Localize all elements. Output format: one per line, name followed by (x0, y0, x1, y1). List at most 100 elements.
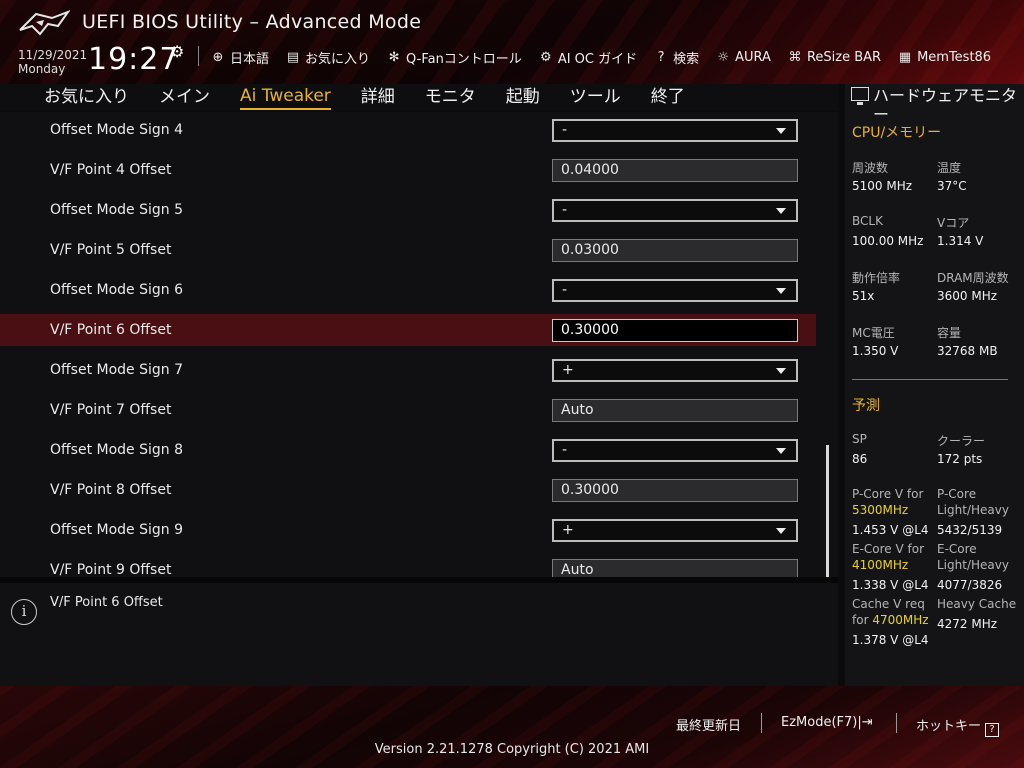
tab-1[interactable]: メイン (159, 86, 210, 109)
setting-label: V/F Point 6 Offset (50, 322, 172, 338)
temperature-value: 37°C (937, 179, 967, 193)
app-title: UEFI BIOS Utility – Advanced Mode (82, 11, 422, 33)
ecore-lh-label-1: E-Core (937, 542, 977, 556)
toolbar-globe-button[interactable]: ⊕ 日本語 (210, 48, 269, 67)
setting-value-field[interactable]: Auto (552, 559, 798, 577)
capacity-value: 32768 MB (937, 344, 998, 358)
tab-0[interactable]: お気に入り (44, 86, 129, 109)
setting-value-field[interactable]: 0.04000 (552, 159, 798, 182)
header-divider (198, 46, 199, 66)
toolbar-label: お気に入り (305, 51, 371, 67)
toolbar-label: MemTest86 (917, 49, 992, 65)
weekday-text: Monday (18, 62, 66, 76)
date-display: 11/29/2021 Monday (18, 48, 87, 76)
setting-row[interactable]: Offset Mode Sign 9 + (0, 514, 816, 546)
setting-label: V/F Point 5 Offset (50, 242, 172, 258)
settings-list[interactable]: Offset Mode Sign 4 - V/F Point 4 Offset 0.0… (0, 112, 838, 577)
pcore-v-value: 1.453 V @L4 (852, 523, 929, 537)
help-panel: i V/F Point 6 Offset (0, 583, 838, 686)
setting-label: Offset Mode Sign 8 (50, 442, 183, 458)
mc-voltage-value: 1.350 V (852, 344, 899, 358)
monitor-divider (852, 379, 1008, 380)
setting-label: Offset Mode Sign 9 (50, 522, 183, 538)
ezmode-label: EzMode(F7)| (781, 715, 862, 730)
bclk-value: 100.00 MHz (852, 234, 924, 248)
toolbar-search-button[interactable]: ? 検索 (653, 48, 699, 67)
header-bar: UEFI BIOS Utility – Advanced Mode 11/29/… (0, 0, 1024, 84)
toolbar-ai-oc-button[interactable]: ⚙ AI OC ガイド (538, 48, 637, 67)
setting-dropdown[interactable]: - (552, 119, 798, 142)
heavy-cache-label: Heavy Cache (937, 597, 1017, 611)
ecore-lh-value: 4077/3826 (937, 578, 1003, 592)
memtest-icon: ▦ (898, 49, 912, 65)
vcore-label: Vコア (937, 216, 970, 230)
setting-row[interactable]: Offset Mode Sign 7 + (0, 354, 816, 386)
hardware-monitor-title: ハードウェアモニター (851, 86, 1021, 124)
setting-value-field[interactable]: Auto (552, 399, 798, 422)
toolbar-label: AI OC ガイド (557, 51, 638, 67)
toolbar-aura-button[interactable]: ☼ AURA (715, 50, 771, 65)
setting-dropdown[interactable]: - (552, 279, 798, 302)
help-text: V/F Point 6 Offset (50, 595, 163, 610)
setting-row[interactable]: Offset Mode Sign 4 - (0, 114, 816, 146)
search-icon: ? (657, 49, 665, 65)
last-modified-button[interactable]: 最終更新日 (676, 715, 741, 734)
setting-row[interactable]: V/F Point 4 Offset 0.04000 (0, 154, 816, 186)
setting-row[interactable]: V/F Point 6 Offset 0.30000 (0, 314, 816, 346)
aura-icon: ☼ (717, 49, 729, 65)
tab-7[interactable]: 終了 (651, 86, 685, 109)
prediction-section-heading: 予測 (852, 398, 880, 414)
setting-value-field[interactable]: 0.30000 (552, 479, 798, 502)
setting-row[interactable]: V/F Point 7 Offset Auto (0, 394, 816, 426)
tab-5[interactable]: 起動 (506, 86, 540, 109)
setting-row[interactable]: V/F Point 8 Offset 0.30000 (0, 474, 816, 506)
chevron-down-icon (776, 368, 786, 374)
setting-dropdown[interactable]: - (552, 439, 798, 462)
toolbar-fan-button[interactable]: ✻ Q-Fanコントロール (386, 48, 522, 67)
toolbar-resize-bar-button[interactable]: ⌘ ReSize BAR (787, 50, 881, 65)
hardware-monitor-title-text: ハードウェアモニター (873, 86, 1018, 124)
setting-row[interactable]: Offset Mode Sign 6 - (0, 274, 816, 306)
ecore-v-value: 1.338 V @L4 (852, 578, 929, 592)
toolbar: ⊕ 日本語 ▤ お気に入り ✻ Q-Fanコントロール ⚙ AI OC ガイド ? 検索 ☼ AURA… (210, 48, 992, 67)
setting-value: - (562, 122, 568, 138)
setting-value: + (562, 362, 574, 378)
setting-row[interactable]: Offset Mode Sign 5 - (0, 194, 816, 226)
setting-dropdown[interactable]: - (552, 199, 798, 222)
ratio-label: 動作倍率 (852, 271, 901, 285)
clock-settings-gear-icon[interactable]: ⚙ (170, 42, 184, 61)
tab-3[interactable]: 詳細 (361, 86, 395, 109)
setting-value-field[interactable]: 0.03000 (552, 239, 798, 262)
chevron-down-icon (776, 288, 786, 294)
ratio-value: 51x (852, 289, 875, 303)
tab-2[interactable]: Ai Tweaker (240, 85, 331, 110)
setting-value: - (562, 442, 568, 458)
hotkeys-button[interactable]: ホットキー? (916, 715, 1000, 737)
ezmode-button[interactable]: EzMode(F7)|⇥ (781, 715, 873, 730)
temperature-label: 温度 (937, 161, 962, 175)
list-scrollbar[interactable] (826, 445, 829, 577)
sp-label: SP (852, 432, 867, 446)
heavy-cache-value: 4272 MHz (937, 617, 998, 631)
tab-4[interactable]: モニタ (425, 86, 476, 109)
toolbar-memtest-button[interactable]: ▦ MemTest86 (897, 50, 991, 65)
setting-row[interactable]: V/F Point 5 Offset 0.03000 (0, 234, 816, 266)
monitor-screen-icon (851, 87, 869, 105)
rog-logo-icon (19, 10, 70, 36)
setting-dropdown[interactable]: + (552, 519, 798, 542)
setting-dropdown[interactable]: + (552, 359, 798, 382)
mc-voltage-label: MC電圧 (852, 326, 895, 340)
tab-6[interactable]: ツール (570, 86, 621, 109)
toolbar-favorites-button[interactable]: ▤ お気に入り (285, 48, 370, 67)
setting-value-field[interactable]: 0.30000 (552, 319, 798, 342)
setting-row[interactable]: V/F Point 9 Offset Auto (0, 554, 816, 577)
resize-bar-icon: ⌘ (788, 49, 802, 65)
frequency-value: 5100 MHz (852, 179, 913, 193)
toolbar-label: ReSize BAR (806, 49, 882, 65)
cache-v-frequency: 4700MHz (872, 613, 929, 627)
cooler-value: 172 pts (937, 452, 983, 466)
pcore-v-label: P-Core V for (852, 487, 924, 501)
setting-row[interactable]: Offset Mode Sign 8 - (0, 434, 816, 466)
ai-oc-icon: ⚙ (539, 49, 552, 65)
pcore-lh-label-1: P-Core (937, 487, 977, 501)
